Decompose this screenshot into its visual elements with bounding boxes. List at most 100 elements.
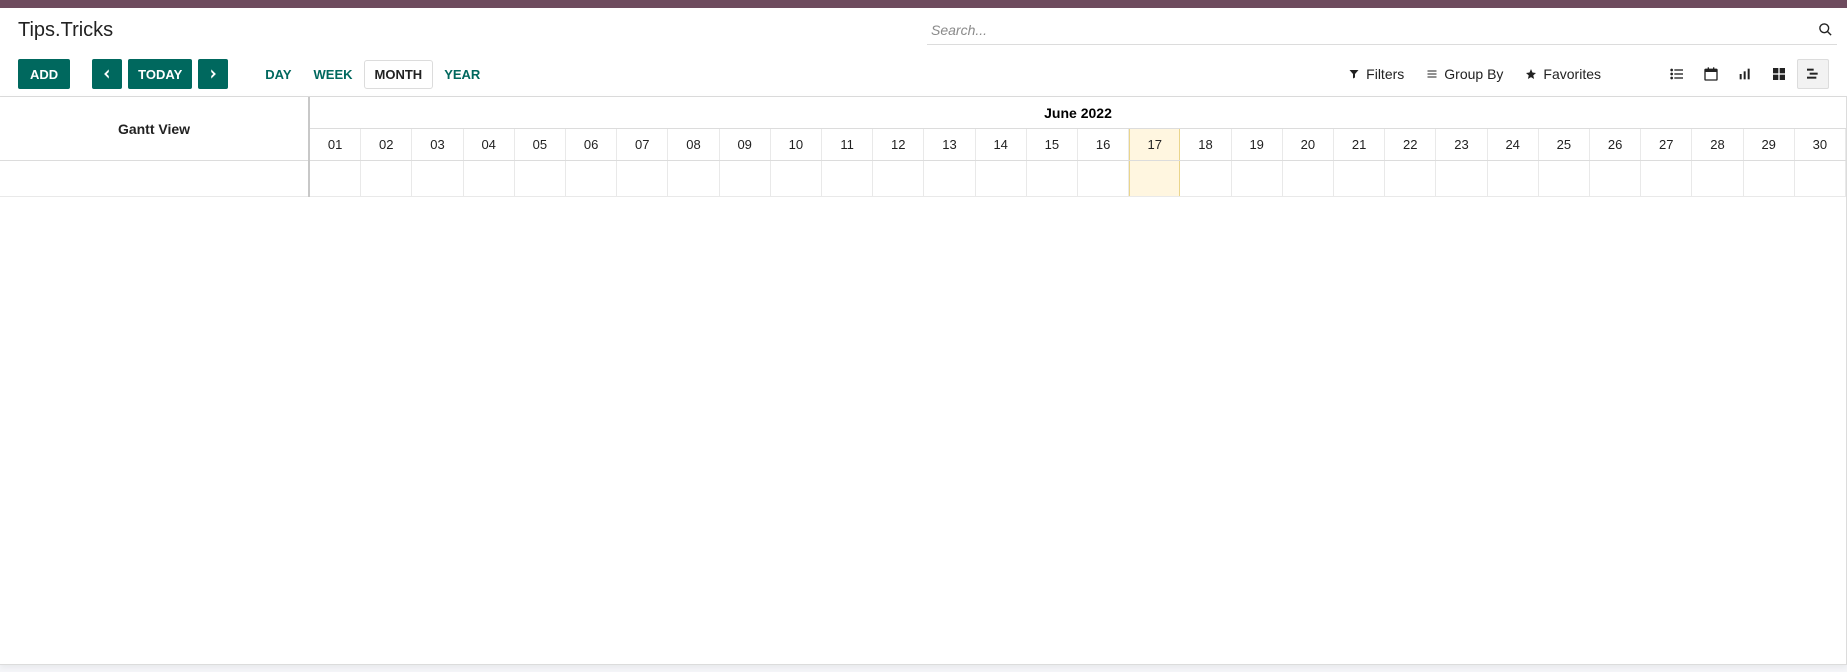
search-input[interactable] bbox=[927, 20, 1813, 40]
view-switch bbox=[1661, 59, 1829, 89]
favorites-label: Favorites bbox=[1543, 66, 1601, 82]
view-kanban-button[interactable] bbox=[1763, 59, 1795, 89]
accent-bar bbox=[0, 0, 1847, 8]
day-body-cell[interactable] bbox=[976, 161, 1027, 196]
day-header-cell[interactable]: 14 bbox=[976, 129, 1027, 160]
toolbar-right: Filters Group By Favorites bbox=[1346, 59, 1829, 89]
arrow-left-icon bbox=[100, 67, 114, 81]
day-header-cell[interactable]: 23 bbox=[1436, 129, 1487, 160]
day-header-cell[interactable]: 22 bbox=[1385, 129, 1436, 160]
day-body-cell[interactable] bbox=[924, 161, 975, 196]
day-body-cell[interactable] bbox=[464, 161, 515, 196]
header: Tips.Tricks ADD TODAY DAYWEEKMONTHYEAR bbox=[0, 8, 1847, 97]
view-calendar-button[interactable] bbox=[1695, 59, 1727, 89]
groupby-button[interactable]: Group By bbox=[1424, 62, 1505, 86]
day-header-cell[interactable]: 08 bbox=[668, 129, 719, 160]
star-icon bbox=[1525, 68, 1537, 80]
day-body-cell[interactable] bbox=[873, 161, 924, 196]
day-body-cell[interactable] bbox=[1232, 161, 1283, 196]
favorites-button[interactable]: Favorites bbox=[1523, 62, 1603, 86]
add-button[interactable]: ADD bbox=[18, 59, 70, 89]
day-body-cell[interactable] bbox=[566, 161, 617, 196]
day-body-cell[interactable] bbox=[1385, 161, 1436, 196]
day-header-cell[interactable]: 07 bbox=[617, 129, 668, 160]
list-icon bbox=[1669, 66, 1685, 82]
search-bar bbox=[927, 15, 1837, 45]
day-header-cell[interactable]: 17 bbox=[1129, 129, 1180, 160]
filters-button[interactable]: Filters bbox=[1346, 62, 1406, 86]
day-header-cell[interactable]: 03 bbox=[412, 129, 463, 160]
day-header-cell[interactable]: 04 bbox=[464, 129, 515, 160]
day-header-cell[interactable]: 26 bbox=[1590, 129, 1641, 160]
day-body-cell[interactable] bbox=[720, 161, 771, 196]
day-header-cell[interactable]: 11 bbox=[822, 129, 873, 160]
day-body-cell[interactable] bbox=[617, 161, 668, 196]
day-header-cell[interactable]: 29 bbox=[1744, 129, 1795, 160]
day-header-cell[interactable]: 30 bbox=[1795, 129, 1846, 160]
day-body-cell[interactable] bbox=[361, 161, 412, 196]
day-header-cell[interactable]: 24 bbox=[1488, 129, 1539, 160]
day-header-cell[interactable]: 15 bbox=[1027, 129, 1078, 160]
view-gantt-button[interactable] bbox=[1797, 59, 1829, 89]
next-button[interactable] bbox=[198, 59, 228, 89]
day-header-cell[interactable]: 25 bbox=[1539, 129, 1590, 160]
arrow-right-icon bbox=[206, 67, 220, 81]
day-body-cell[interactable] bbox=[1692, 161, 1743, 196]
gantt-days-body-row bbox=[310, 161, 1846, 197]
day-header-cell[interactable]: 01 bbox=[310, 129, 361, 160]
scale-year-button[interactable]: YEAR bbox=[433, 60, 491, 89]
day-body-cell[interactable] bbox=[1180, 161, 1231, 196]
day-body-cell[interactable] bbox=[1027, 161, 1078, 196]
day-header-cell[interactable]: 10 bbox=[771, 129, 822, 160]
day-body-cell[interactable] bbox=[1641, 161, 1692, 196]
scale-group: DAYWEEKMONTHYEAR bbox=[254, 60, 491, 89]
day-body-cell[interactable] bbox=[822, 161, 873, 196]
view-graph-button[interactable] bbox=[1729, 59, 1761, 89]
scale-month-button[interactable]: MONTH bbox=[364, 60, 434, 89]
day-header-cell[interactable]: 20 bbox=[1283, 129, 1334, 160]
day-body-cell[interactable] bbox=[1436, 161, 1487, 196]
day-body-cell[interactable] bbox=[668, 161, 719, 196]
calendar-icon bbox=[1703, 66, 1719, 82]
day-body-cell[interactable] bbox=[1744, 161, 1795, 196]
day-body-cell[interactable] bbox=[310, 161, 361, 196]
day-header-cell[interactable]: 27 bbox=[1641, 129, 1692, 160]
day-header-cell[interactable]: 09 bbox=[720, 129, 771, 160]
day-header-cell[interactable]: 16 bbox=[1078, 129, 1129, 160]
gantt-title: Gantt View bbox=[0, 97, 308, 161]
groupby-label: Group By bbox=[1444, 66, 1503, 82]
gantt-container: Gantt View June 2022 0102030405060708091… bbox=[0, 97, 1847, 665]
day-body-cell[interactable] bbox=[1334, 161, 1385, 196]
day-body-cell[interactable] bbox=[515, 161, 566, 196]
day-body-cell[interactable] bbox=[1283, 161, 1334, 196]
day-body-cell[interactable] bbox=[1078, 161, 1129, 196]
day-header-cell[interactable]: 05 bbox=[515, 129, 566, 160]
day-body-cell[interactable] bbox=[1129, 161, 1180, 196]
prev-button[interactable] bbox=[92, 59, 122, 89]
day-body-cell[interactable] bbox=[1590, 161, 1641, 196]
day-header-cell[interactable]: 18 bbox=[1180, 129, 1231, 160]
day-header-cell[interactable]: 12 bbox=[873, 129, 924, 160]
day-header-cell[interactable]: 06 bbox=[566, 129, 617, 160]
gantt-right-pane: June 2022 010203040506070809101112131415… bbox=[310, 97, 1846, 197]
today-button[interactable]: TODAY bbox=[128, 59, 192, 89]
gantt-left-pane: Gantt View bbox=[0, 97, 310, 197]
gantt-period-header: June 2022 bbox=[310, 97, 1846, 129]
day-body-cell[interactable] bbox=[771, 161, 822, 196]
search-icon[interactable] bbox=[1813, 18, 1837, 42]
day-header-cell[interactable]: 21 bbox=[1334, 129, 1385, 160]
scale-week-button[interactable]: WEEK bbox=[303, 60, 364, 89]
day-body-cell[interactable] bbox=[1795, 161, 1846, 196]
day-header-cell[interactable]: 28 bbox=[1692, 129, 1743, 160]
funnel-icon bbox=[1348, 68, 1360, 80]
day-body-cell[interactable] bbox=[412, 161, 463, 196]
header-row-top: Tips.Tricks bbox=[0, 8, 1847, 52]
view-list-button[interactable] bbox=[1661, 59, 1693, 89]
gantt-row[interactable] bbox=[0, 161, 308, 197]
day-body-cell[interactable] bbox=[1488, 161, 1539, 196]
day-header-cell[interactable]: 19 bbox=[1232, 129, 1283, 160]
day-header-cell[interactable]: 02 bbox=[361, 129, 412, 160]
day-header-cell[interactable]: 13 bbox=[924, 129, 975, 160]
scale-day-button[interactable]: DAY bbox=[254, 60, 302, 89]
day-body-cell[interactable] bbox=[1539, 161, 1590, 196]
